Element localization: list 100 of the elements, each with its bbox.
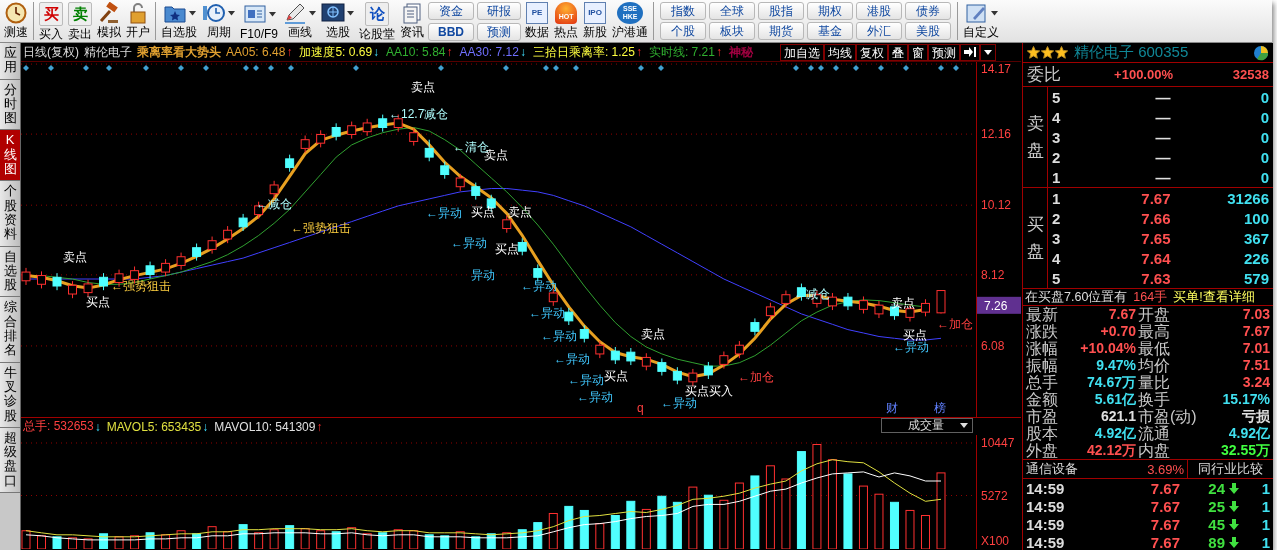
stat-label: 市盈(动) xyxy=(1138,408,1198,425)
detail-link[interactable]: 买单!查看详细 xyxy=(1173,288,1255,306)
market-button[interactable]: 港股 xyxy=(856,2,902,20)
chart-button[interactable] xyxy=(980,43,996,61)
toolbar-button[interactable]: 自定义 xyxy=(961,0,1001,42)
stat-label: 开盘 xyxy=(1138,306,1171,323)
chart-button[interactable] xyxy=(960,43,980,61)
chart-button[interactable]: 预测 xyxy=(928,43,960,61)
toolbar-button[interactable]: 画线 xyxy=(281,0,318,42)
stat-value: 7.03 xyxy=(1241,306,1270,323)
market-button[interactable]: 基金 xyxy=(807,22,853,40)
side-tab[interactable]: 应用 xyxy=(0,43,20,80)
order-volume: 367 xyxy=(1242,229,1269,247)
ratio-diff: 32538 xyxy=(1231,67,1269,82)
toolbar-button[interactable]: 研报 xyxy=(477,1,521,20)
chart-annotation: ←异动 xyxy=(426,206,462,220)
caret-icon xyxy=(960,423,968,428)
chart-button[interactable]: 叠 xyxy=(888,43,908,61)
tag-icon: PE xyxy=(526,2,548,24)
stat-label: 最高 xyxy=(1138,323,1171,340)
toolbar-button[interactable]: PE 数据 xyxy=(523,0,551,42)
volume-indicator: MAVOL10: 541309 xyxy=(214,419,316,434)
indicator-value: 神秘 xyxy=(728,43,753,61)
side-tab[interactable]: 综合排名 xyxy=(0,297,20,363)
indicator-value: AA10: 5.84 xyxy=(386,45,446,59)
side-tab[interactable]: K线图 xyxy=(0,130,20,182)
toolbar-button[interactable]: 周期 xyxy=(200,0,237,42)
indicator-value: 三拾日乘离率: 1.25 xyxy=(532,43,635,61)
candlestick xyxy=(936,290,946,315)
chart-annotation: 买点 xyxy=(471,205,495,219)
market-button[interactable]: 外汇 xyxy=(856,22,902,40)
toolbar-button[interactable]: 选股 xyxy=(319,0,356,42)
order-book-label: 买盘 xyxy=(1026,213,1044,263)
stat-value: 7.51 xyxy=(1241,357,1270,374)
order-price: — xyxy=(1154,128,1171,146)
document-icon xyxy=(242,3,267,25)
toolbar-button[interactable]: 论 论股堂 xyxy=(357,0,397,42)
tick-price: 7.67 xyxy=(1149,533,1180,550)
stat-label: 流通 xyxy=(1138,425,1171,442)
stat-label: 最新 xyxy=(1026,306,1059,323)
toolbar-button[interactable]: 预测 xyxy=(477,22,521,41)
chart-annotation: ←加仓 xyxy=(738,370,774,384)
order-rank: 4 xyxy=(1052,249,1062,267)
order-rank: 3 xyxy=(1052,229,1062,247)
side-tab[interactable]: 超级盘口 xyxy=(0,427,20,493)
market-button[interactable]: 股指 xyxy=(758,2,804,20)
chart-button[interactable]: 均线 xyxy=(824,43,856,61)
bar xyxy=(610,515,620,549)
side-tab[interactable]: 分时图 xyxy=(0,79,20,131)
toolbar-button[interactable]: 资讯 xyxy=(398,0,426,42)
market-button[interactable]: 债券 xyxy=(905,2,951,20)
stat-label: 最低 xyxy=(1138,340,1171,357)
side-tab[interactable]: 自选股 xyxy=(0,246,20,298)
stat-value: +0.70 xyxy=(1099,323,1136,340)
tick-volume: 24 xyxy=(1208,479,1225,497)
toolbar-button[interactable]: 自选股 xyxy=(159,0,199,42)
side-tab[interactable]: 个股资料 xyxy=(0,181,20,247)
market-button[interactable]: 指数 xyxy=(660,2,706,20)
stat-value: 15.17% xyxy=(1221,391,1270,408)
trend-arrow: ↓ xyxy=(519,45,526,59)
stat-value: 7.67 xyxy=(1241,323,1270,340)
stat-label: 涨跌 xyxy=(1026,323,1059,340)
toolbar-button[interactable]: 资金 xyxy=(428,1,474,20)
chart-button[interactable]: 复权 xyxy=(856,43,888,61)
trend-arrow: ↑ xyxy=(635,45,642,59)
bar xyxy=(440,535,450,549)
indicator-dropdown[interactable]: 成交量 xyxy=(881,418,973,433)
order-volume: 0 xyxy=(1259,148,1269,166)
toolbar-button[interactable]: F10/F9 xyxy=(238,0,280,42)
chart-annotation: 异动 xyxy=(471,268,495,282)
monitor-icon xyxy=(321,2,345,24)
stat-value: 32.55万 xyxy=(1219,442,1270,459)
bar xyxy=(424,534,434,549)
market-button[interactable]: 期权 xyxy=(807,2,853,20)
toolbar-button[interactable]: 买 买入 xyxy=(37,0,65,42)
toolbar-button[interactable]: 测速 xyxy=(2,0,30,42)
chart-button[interactable]: 窗 xyxy=(908,43,928,61)
toolbar-button[interactable]: 开户 xyxy=(124,0,152,42)
market-button[interactable]: 期货 xyxy=(758,22,804,40)
market-button[interactable]: 全球 xyxy=(709,2,755,20)
toolbar-button[interactable]: BBD xyxy=(428,22,474,41)
market-button[interactable]: 板块 xyxy=(709,22,755,40)
chart-annotation: 卖点 xyxy=(508,205,532,219)
tag-icon: IPO xyxy=(584,2,606,24)
order-volume: 226 xyxy=(1242,249,1269,267)
chart-button[interactable]: 加自选 xyxy=(780,43,824,61)
bar xyxy=(378,532,388,549)
volume-indicator: MAVOL5: 653435 xyxy=(106,419,202,434)
compare-link[interactable]: 同行业比较 xyxy=(1187,460,1273,478)
toolbar-button[interactable]: 模拟 xyxy=(95,0,123,42)
market-button[interactable]: 美股 xyxy=(905,22,951,40)
toolbar-button[interactable]: IPO 新股 xyxy=(581,0,609,42)
clock-icon xyxy=(5,2,27,24)
order-volume: 31266 xyxy=(1226,189,1269,207)
order-rank: 5 xyxy=(1052,88,1062,106)
side-tab[interactable]: 牛叉诊股 xyxy=(0,362,20,428)
market-button[interactable]: 个股 xyxy=(660,22,706,40)
bar xyxy=(796,451,806,549)
toolbar-button[interactable]: 卖 卖出 xyxy=(66,0,94,42)
chart-annotation: ←加仓 xyxy=(937,317,973,331)
